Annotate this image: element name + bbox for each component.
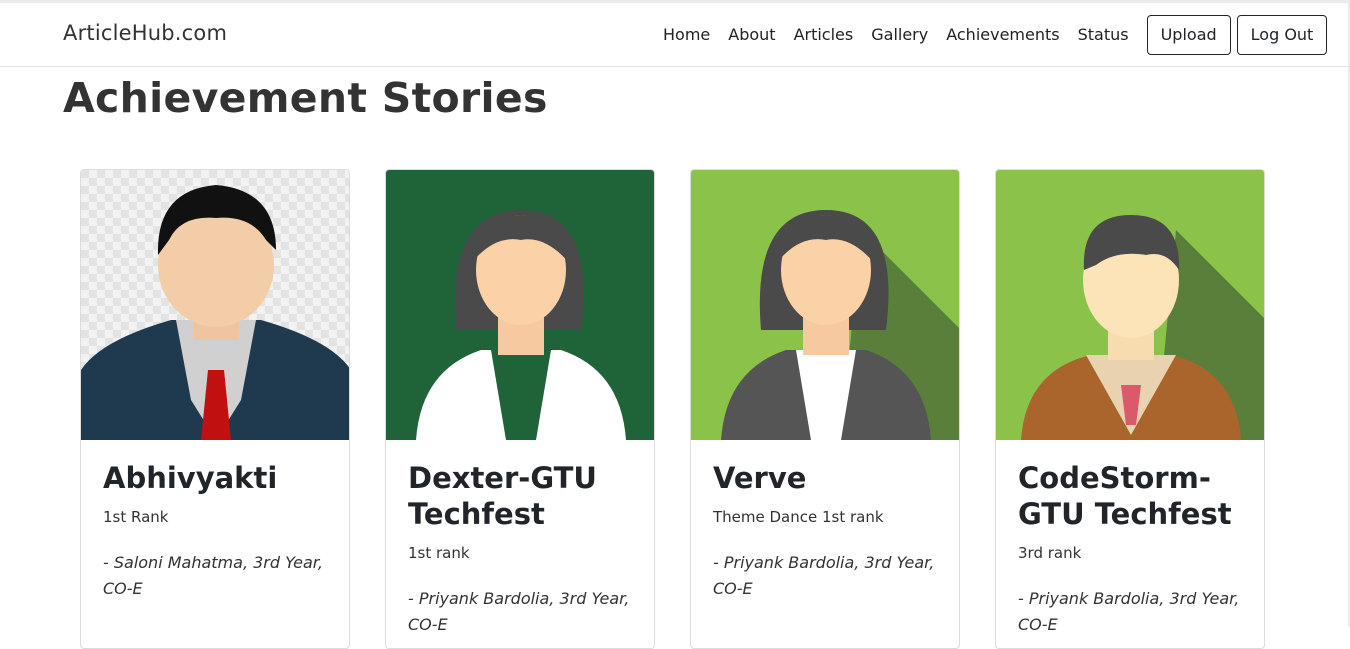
card-rank: 1st rank [408,544,470,562]
male-avatar-image [81,170,349,440]
card-author: - Priyank Bardolia, 3rd Year, CO-E [1018,589,1240,634]
achievement-cards: Abhivyakti 1st Rank - Saloni Mahatma, 3r… [80,169,1300,649]
nav-menu: Home About Articles Gallery Achievements… [663,3,1328,66]
card-rank: Theme Dance 1st rank [713,508,884,526]
achievement-card[interactable]: Verve Theme Dance 1st rank - Priyank Bar… [690,169,960,649]
brand-logo[interactable]: ArticleHub.com [63,21,227,45]
logout-button[interactable]: Log Out [1236,14,1328,55]
female-avatar-image [386,170,654,440]
nav-achievements[interactable]: Achievements [946,25,1059,44]
nav-status[interactable]: Status [1078,25,1129,44]
card-body: Verve Theme Dance 1st rank - Priyank Bar… [691,440,959,622]
card-title: Abhivyakti [103,461,278,495]
card-rank: 3rd rank [1018,544,1082,562]
card-rank: 1st Rank [103,508,169,526]
achievement-card[interactable]: Abhivyakti 1st Rank - Saloni Mahatma, 3r… [80,169,350,649]
achievement-card[interactable]: Dexter-GTU Techfest 1st rank - Priyank B… [385,169,655,649]
card-body: Abhivyakti 1st Rank - Saloni Mahatma, 3r… [81,440,349,622]
card-title: Dexter-GTU Techfest [408,461,597,531]
card-body: Dexter-GTU Techfest 1st rank - Priyank B… [386,440,654,648]
female-avatar-image [691,170,959,440]
nav-home[interactable]: Home [663,25,710,44]
card-author: - Saloni Mahatma, 3rd Year, CO-E [103,553,323,598]
nav-about[interactable]: About [728,25,775,44]
page-title: Achievement Stories [63,74,548,122]
navbar: ArticleHub.com Home About Articles Galle… [0,3,1348,67]
card-body: CodeStorm-GTU Techfest 3rd rank - Priyan… [996,440,1264,648]
male-avatar-image [996,170,1264,440]
card-author: - Priyank Bardolia, 3rd Year, CO-E [408,589,630,634]
nav-gallery[interactable]: Gallery [871,25,928,44]
nav-articles[interactable]: Articles [794,25,854,44]
card-title: CodeStorm-GTU Techfest [1018,461,1232,531]
card-title: Verve [713,461,807,495]
achievement-card[interactable]: CodeStorm-GTU Techfest 3rd rank - Priyan… [995,169,1265,649]
upload-button[interactable]: Upload [1146,14,1231,55]
card-author: - Priyank Bardolia, 3rd Year, CO-E [713,553,935,598]
